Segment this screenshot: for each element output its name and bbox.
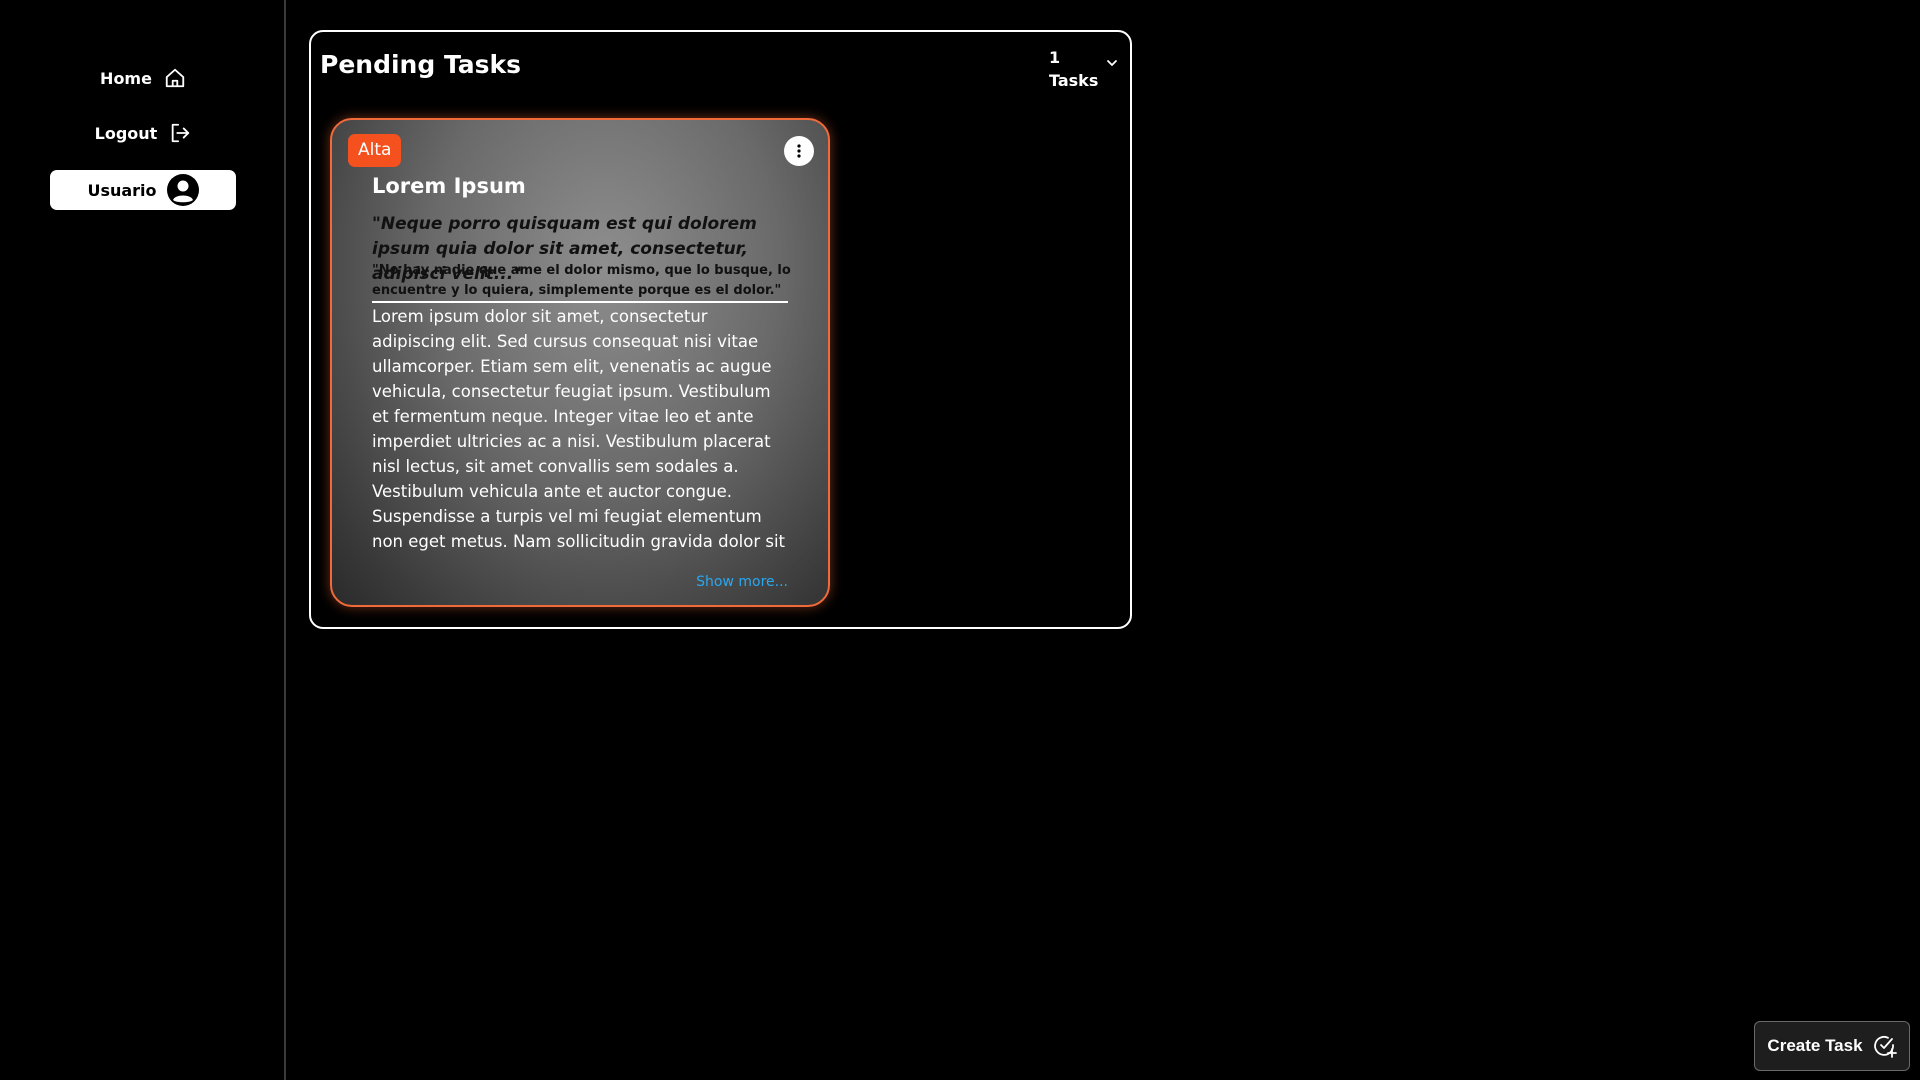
priority-badge: Alta: [348, 134, 402, 167]
task-count-dropdown[interactable]: 1 Tasks: [1049, 46, 1117, 92]
task-title: Lorem Ipsum: [372, 174, 526, 198]
page-title: Pending Tasks: [320, 50, 522, 79]
user-label: Usuario: [87, 180, 157, 200]
nav-logout-link[interactable]: Logout: [0, 115, 286, 151]
chevron-down-icon: [1107, 60, 1117, 66]
home-icon: [165, 68, 185, 88]
task-card[interactable]: Alta Lorem Ipsum "Neque porro quisquam e…: [330, 118, 830, 607]
user-circle-icon: [166, 174, 199, 206]
nav-home-link[interactable]: Home: [0, 60, 286, 96]
add-task-icon: [1873, 1036, 1897, 1058]
task-menu-button[interactable]: [784, 136, 814, 166]
show-more-link[interactable]: Show more...: [696, 574, 788, 590]
card-divider: [372, 301, 788, 303]
create-task-button[interactable]: Create Task: [1754, 1021, 1910, 1071]
task-description: Lorem ipsum dolor sit amet, consectetur …: [372, 307, 786, 558]
nav-home-label: Home: [100, 68, 152, 88]
task-quote-translation: "No hay nadie que ame el dolor mismo, qu…: [372, 263, 791, 298]
sidebar: Home Logout Usuario: [0, 0, 286, 1080]
create-task-label: Create Task: [1767, 1036, 1863, 1055]
task-count-label: Tasks: [1049, 71, 1099, 90]
user-button[interactable]: Usuario: [50, 170, 236, 210]
logout-icon: [172, 123, 190, 143]
more-vertical-icon: [797, 144, 801, 158]
nav-logout-label: Logout: [94, 123, 158, 143]
